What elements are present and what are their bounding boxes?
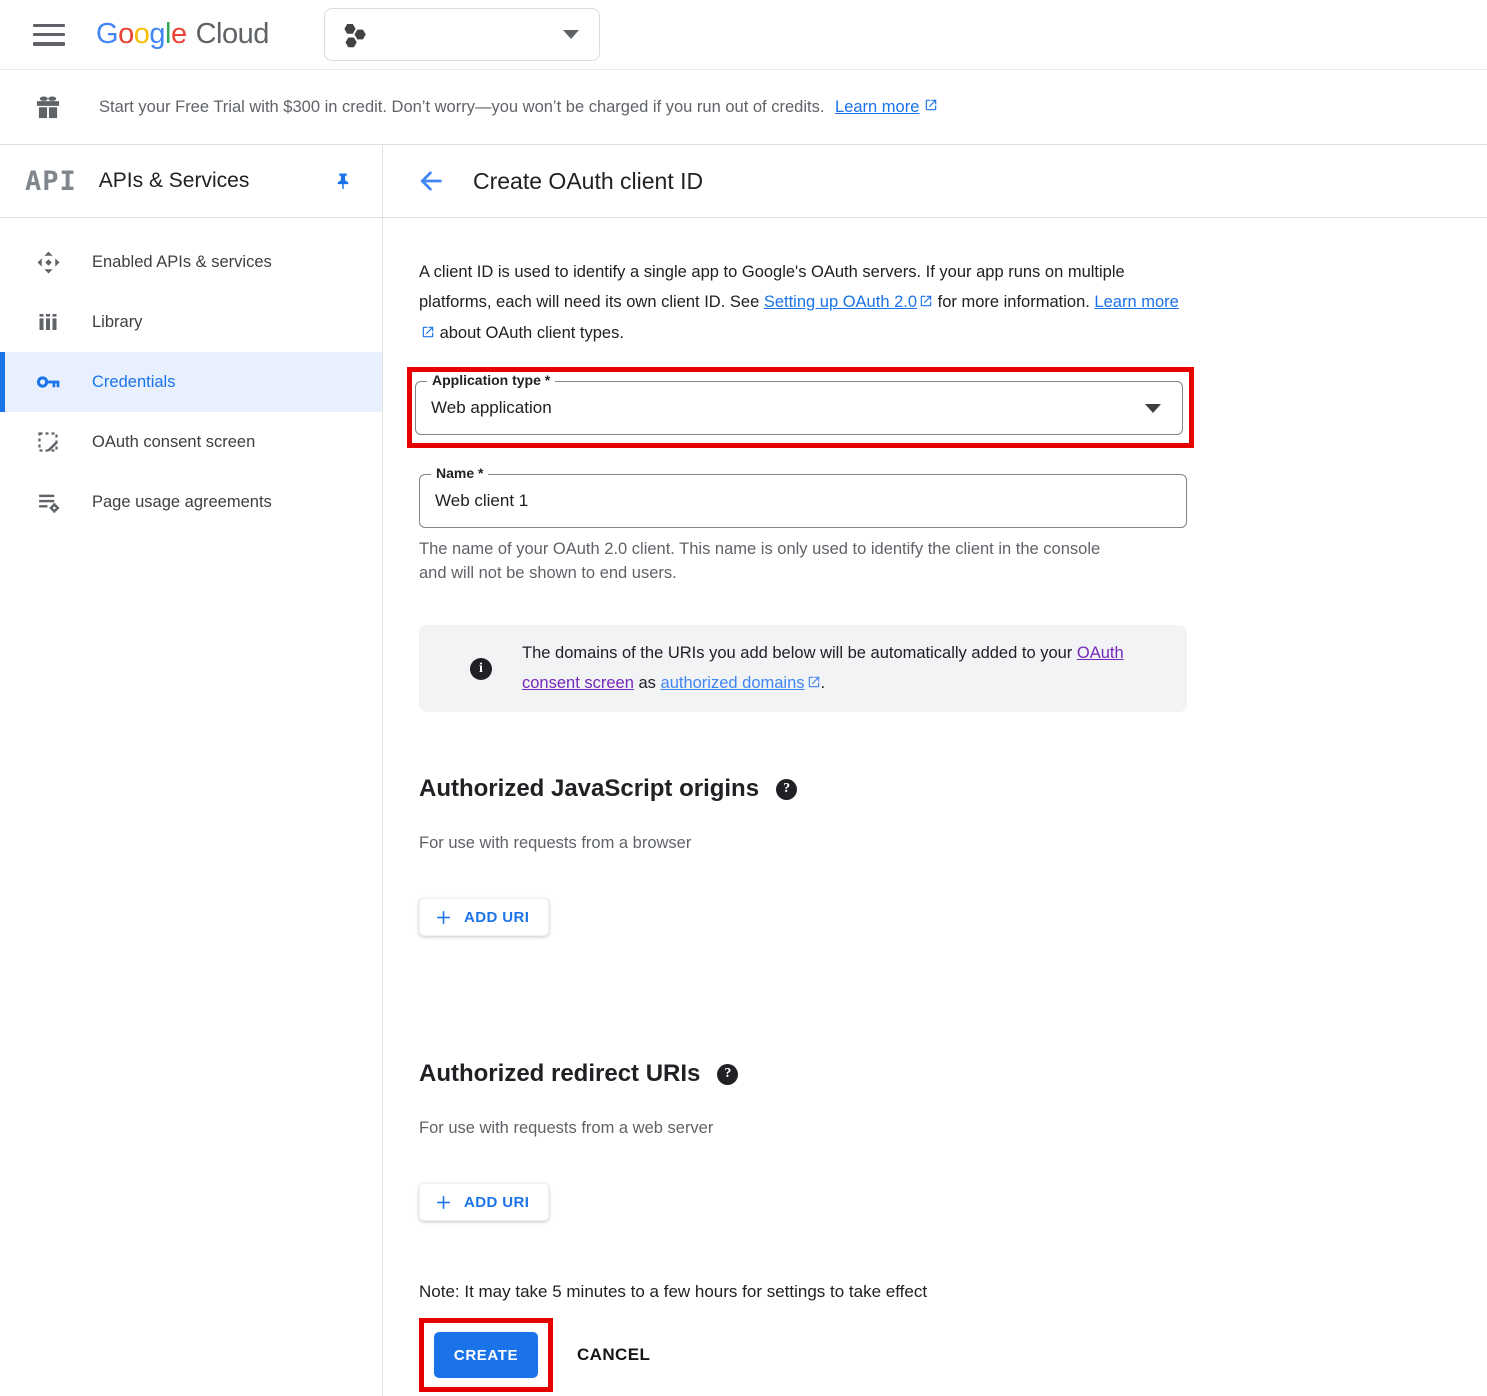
main-header: Create OAuth client ID [383, 145, 1487, 218]
sidebar-item-label: Credentials [92, 373, 175, 392]
banner-learn-more-link[interactable]: Learn more [835, 98, 938, 117]
sidebar-item-oauth-consent[interactable]: OAuth consent screen [0, 412, 382, 472]
sidebar-header: API APIs & Services [0, 145, 382, 218]
sidebar-item-enabled-apis[interactable]: Enabled APIs & services [0, 232, 382, 292]
js-origins-heading-text: Authorized JavaScript origins [419, 775, 759, 803]
external-link-icon [924, 98, 938, 117]
chevron-down-icon [563, 30, 579, 39]
annotation-box-application-type: Application type * Web application [407, 367, 1194, 448]
sidebar-item-credentials[interactable]: Credentials [0, 352, 382, 412]
main-panel: Create OAuth client ID A client ID is us… [383, 145, 1487, 1396]
logo-letter: e [171, 18, 187, 51]
cancel-button[interactable]: CANCEL [577, 1345, 650, 1365]
enabled-apis-icon [35, 249, 61, 275]
logo-letter: o [134, 18, 150, 51]
sidebar-title: APIs & Services [99, 169, 334, 193]
settings-note: Note: It may take 5 minutes to a few hou… [419, 1282, 1487, 1302]
gift-icon [34, 93, 62, 121]
sidebar-item-library[interactable]: Library [0, 292, 382, 352]
chevron-down-icon [1145, 404, 1161, 413]
logo-letter: o [118, 18, 134, 51]
consent-screen-icon [35, 429, 61, 455]
sidebar-item-label: Page usage agreements [92, 493, 272, 512]
sidebar-item-label: Library [92, 313, 142, 332]
application-type-value: Web application [431, 398, 552, 418]
intro-paragraph: A client ID is used to identify a single… [419, 257, 1183, 349]
sidebar-item-page-usage-agreements[interactable]: Page usage agreements [0, 472, 382, 532]
plus-icon [434, 1193, 453, 1212]
external-link-icon [807, 669, 821, 699]
external-link-icon [919, 288, 933, 318]
create-button[interactable]: CREATE [434, 1332, 538, 1378]
add-uri-redirect-button[interactable]: ADD URI [419, 1183, 549, 1221]
plus-icon [434, 908, 453, 927]
library-icon [35, 309, 61, 335]
project-icon [341, 21, 368, 48]
redirect-uris-heading: Authorized redirect URIs ? [419, 1060, 1487, 1088]
name-helper-text: The name of your OAuth 2.0 client. This … [419, 537, 1129, 585]
agreements-icon [35, 489, 61, 515]
form-actions: CREATE CANCEL [419, 1318, 1487, 1392]
back-arrow-icon[interactable] [416, 166, 446, 196]
application-type-select[interactable]: Application type * Web application [415, 381, 1183, 435]
info-text: The domains of the URIs you add below wi… [522, 638, 1147, 699]
domains-info-box: i The domains of the URIs you add below … [419, 625, 1187, 712]
external-link-icon [421, 319, 435, 349]
js-origins-subtext: For use with requests from a browser [419, 834, 1487, 853]
name-label: Name * [431, 465, 488, 481]
client-name-input[interactable]: Name * Web client 1 [419, 474, 1187, 528]
project-selector[interactable] [324, 8, 600, 61]
sidebar-item-label: OAuth consent screen [92, 433, 255, 452]
banner-text: Start your Free Trial with $300 in credi… [99, 98, 938, 117]
setting-up-oauth-link[interactable]: Setting up OAuth 2.0 [764, 293, 933, 311]
add-uri-origins-button[interactable]: ADD URI [419, 898, 549, 936]
top-bar: Google Cloud [0, 0, 1487, 70]
pin-icon[interactable] [334, 169, 352, 193]
js-origins-heading: Authorized JavaScript origins ? [419, 775, 1487, 803]
annotation-box-create: CREATE [419, 1318, 553, 1392]
page-title: Create OAuth client ID [473, 168, 703, 195]
info-icon: i [470, 658, 492, 680]
help-icon[interactable]: ? [717, 1064, 738, 1085]
key-icon [35, 369, 61, 395]
sidebar-item-label: Enabled APIs & services [92, 253, 272, 272]
logo-cloud-text: Cloud [196, 18, 269, 51]
redirect-uris-heading-text: Authorized redirect URIs [419, 1060, 700, 1088]
google-cloud-logo: Google Cloud [96, 18, 269, 51]
logo-letter: g [149, 18, 165, 51]
logo-letter: G [96, 18, 118, 51]
authorized-domains-link[interactable]: authorized domains [661, 674, 821, 692]
free-trial-banner: Start your Free Trial with $300 in credi… [0, 70, 1487, 145]
help-icon[interactable]: ? [776, 779, 797, 800]
menu-icon[interactable] [33, 24, 65, 46]
sidebar: API APIs & Services Enabled APIs & [0, 145, 383, 1396]
name-value: Web client 1 [435, 491, 528, 511]
redirect-uris-subtext: For use with requests from a web server [419, 1119, 1487, 1138]
api-logo: API [25, 166, 77, 197]
application-type-label: Application type * [427, 372, 555, 388]
sidebar-nav: Enabled APIs & services Library [0, 218, 382, 532]
main-content: A client ID is used to identify a single… [383, 218, 1487, 1392]
